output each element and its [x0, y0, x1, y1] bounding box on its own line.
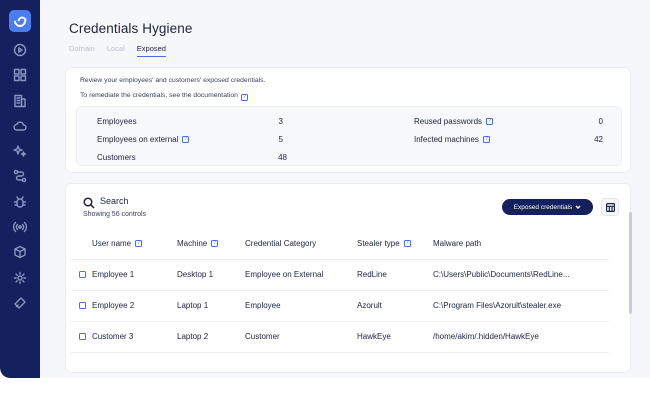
- info-documentation: To remediate the credentials, see the do…: [80, 92, 248, 101]
- cell-category: Employee: [245, 301, 281, 310]
- cell-path: C:\Program Files\Azorult\stealer.exe: [433, 301, 562, 310]
- help-icon[interactable]: ?: [403, 240, 411, 247]
- sparkle-icon[interactable]: [12, 143, 28, 159]
- column-user-name[interactable]: User name?: [92, 239, 143, 248]
- column-malware-path-label: Malware path: [433, 239, 482, 248]
- cell-user: Customer 3: [92, 332, 134, 341]
- table-settings-button[interactable]: [601, 198, 619, 216]
- table-row[interactable]: Employee 2 Laptop 1 Employee Azorult C:\…: [71, 291, 609, 322]
- tab-domain[interactable]: Domain: [69, 44, 95, 57]
- column-malware-path[interactable]: Malware path: [433, 239, 481, 248]
- tag-icon[interactable]: [12, 295, 28, 311]
- building-icon[interactable]: [12, 93, 28, 109]
- cell-machine: Desktop 1: [177, 270, 214, 279]
- tab-bar: Domain Local Exposed: [69, 44, 166, 57]
- help-icon[interactable]: ?: [135, 240, 143, 247]
- gear-icon[interactable]: [12, 270, 28, 286]
- stat-employees-label-text: Employees: [97, 117, 137, 126]
- dropdown-label: Exposed credentials: [513, 203, 573, 211]
- help-icon[interactable]: ?: [240, 94, 248, 101]
- stat-customers-label-text: Customers: [97, 153, 136, 162]
- cube-icon[interactable]: [12, 244, 28, 260]
- credentials-table-card: Search Showing 56 controls Exposed crede…: [65, 183, 631, 373]
- info-description: Review your employees' and customers' ex…: [80, 77, 266, 84]
- stat-customers-label: Customers: [97, 153, 136, 162]
- stat-infected-machines-label: Infected machines?: [414, 135, 490, 144]
- table-row[interactable]: Employee 1 Desktop 1 Employee on Externa…: [71, 260, 609, 291]
- help-icon[interactable]: ?: [182, 136, 190, 143]
- exposed-credentials-dropdown[interactable]: Exposed credentials: [502, 199, 593, 215]
- credentials-table: User name? Machine? Credential Category …: [71, 228, 609, 374]
- stat-employees-external-label-text: Employees on external: [97, 135, 179, 144]
- table-icon: [605, 202, 615, 212]
- cell-category: Employee on External: [245, 270, 324, 279]
- column-credential-category-label: Credential Category: [245, 239, 317, 248]
- stat-employees-value: 3: [278, 117, 283, 126]
- table-scrollbar[interactable]: [629, 212, 632, 314]
- column-user-name-label: User name: [92, 239, 132, 248]
- row-checkbox[interactable]: [79, 271, 86, 278]
- stat-infected-machines-label-text: Infected machines: [414, 135, 479, 144]
- play-icon[interactable]: [12, 42, 28, 58]
- stats-panel: Employees 3 Employees on external? 5 Cus…: [76, 106, 622, 166]
- grid-icon[interactable]: [12, 67, 28, 83]
- cell-user: Employee 2: [92, 301, 135, 310]
- stat-employees-external-label: Employees on external?: [97, 135, 190, 144]
- info-documentation-text: To remediate the credentials, see the do…: [80, 92, 238, 99]
- column-credential-category[interactable]: Credential Category: [245, 239, 316, 248]
- table-header: User name? Machine? Credential Category …: [71, 228, 609, 260]
- stat-infected-machines-value: 42: [594, 135, 603, 144]
- search-input[interactable]: Search: [100, 196, 129, 206]
- help-icon[interactable]: ?: [486, 118, 494, 125]
- cell-machine: Laptop 1: [177, 301, 209, 310]
- cell-machine: Laptop 2: [177, 332, 209, 341]
- stat-reused-passwords-value: 0: [598, 117, 603, 126]
- stat-customers-value: 48: [278, 153, 287, 162]
- search-icon[interactable]: [83, 196, 95, 209]
- cell-user: Employee 1: [92, 270, 135, 279]
- cell-stealer: HawkEye: [357, 332, 391, 341]
- column-machine[interactable]: Machine?: [177, 239, 219, 248]
- page-title: Credentials Hygiene: [69, 21, 193, 36]
- main-content: Credentials Hygiene Domain Local Exposed…: [40, 0, 650, 378]
- chevron-down-icon: [575, 205, 581, 209]
- showing-count: Showing 56 controls: [83, 211, 147, 218]
- cell-path: /home/akim/.hidden/HawkEye: [433, 332, 539, 341]
- column-stealer-type[interactable]: Stealer type?: [357, 239, 411, 248]
- cell-stealer: Azorult: [357, 301, 382, 310]
- app-logo[interactable]: [9, 10, 31, 32]
- app-window: Credentials Hygiene Domain Local Exposed…: [0, 0, 650, 378]
- help-icon[interactable]: ?: [211, 240, 219, 247]
- row-checkbox[interactable]: [79, 333, 86, 340]
- cloud-icon[interactable]: [12, 118, 28, 134]
- stat-employees-external-value: 5: [278, 135, 283, 144]
- column-machine-label: Machine: [177, 239, 208, 248]
- cell-category: Customer: [245, 332, 280, 341]
- workflow-icon[interactable]: [12, 168, 28, 184]
- stat-employees-label: Employees: [97, 117, 137, 126]
- column-stealer-type-label: Stealer type: [357, 239, 400, 248]
- tab-exposed[interactable]: Exposed: [136, 44, 166, 57]
- help-icon[interactable]: ?: [482, 136, 490, 143]
- table-row[interactable]: Customer 3 Laptop 2 Customer HawkEye /ho…: [71, 322, 609, 353]
- cell-path: C:\Users\Public\Documents\RedLine...: [433, 270, 570, 279]
- cell-stealer: RedLine: [357, 270, 387, 279]
- stat-reused-passwords-label-text: Reused passwords: [414, 117, 483, 126]
- tab-local[interactable]: Local: [107, 44, 125, 57]
- bug-icon[interactable]: [12, 194, 28, 210]
- broadcast-icon[interactable]: [12, 219, 28, 235]
- sidebar: [0, 0, 40, 378]
- summary-card: Review your employees' and customers' ex…: [65, 67, 631, 173]
- logo-mark: [11, 12, 29, 30]
- row-checkbox[interactable]: [79, 302, 86, 309]
- stat-reused-passwords-label: Reused passwords?: [414, 117, 494, 126]
